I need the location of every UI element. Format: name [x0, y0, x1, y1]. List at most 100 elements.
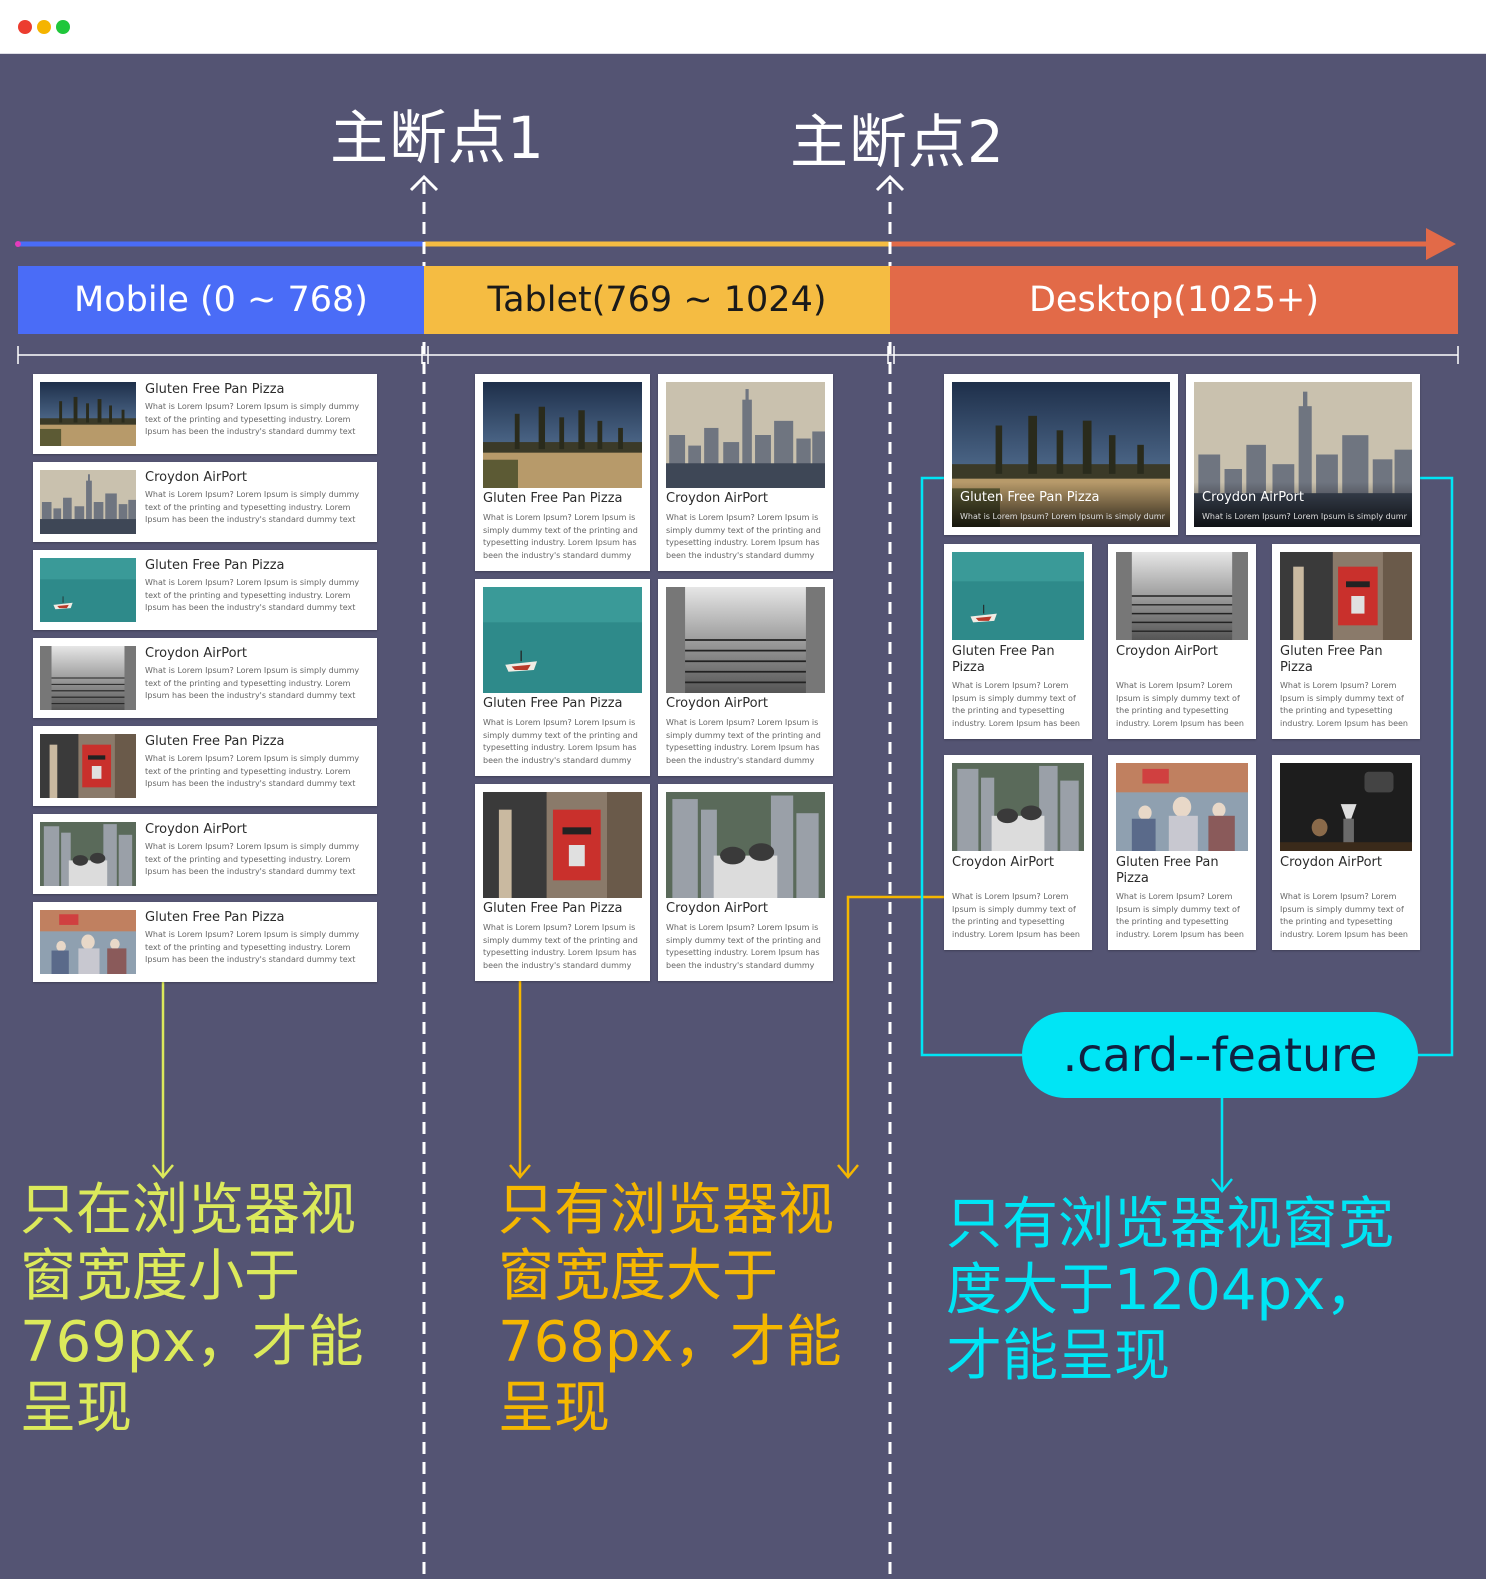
- city-photo-icon: [40, 470, 136, 534]
- card-title: Gluten Free Pan Pizza: [1280, 644, 1383, 675]
- card-description: What is Lorem Ipsum? Lorem Ipsum is simp…: [1202, 512, 1407, 521]
- coffee-brewer-photo-icon: [1280, 763, 1412, 851]
- card-image: [483, 382, 642, 488]
- desktop-card[interactable]: Gluten Free Pan Pizza What is Lorem Ipsum…: [1108, 755, 1256, 950]
- card-title: Gluten Free Pan Pizza: [960, 490, 1100, 505]
- card-description: What is Lorem Ipsum? Lorem Ipsum is simp…: [145, 578, 360, 617]
- card-description: What is Lorem Ipsum? Lorem Ipsum is simp…: [483, 923, 638, 974]
- card-image: [1116, 552, 1248, 640]
- mobile-card[interactable]: Gluten Free Pan Pizza What is Lorem Ipsum…: [33, 374, 377, 454]
- tablet-band: Tablet(769 ~ 1024): [424, 266, 890, 334]
- card-image: [952, 552, 1084, 640]
- tablet-card[interactable]: Croydon AirPort What is Lorem Ipsum? Lore…: [658, 579, 833, 776]
- card-description: What is Lorem Ipsum? Lorem Ipsum is simp…: [145, 930, 360, 969]
- card-description: What is Lorem Ipsum? Lorem Ipsum is simp…: [1280, 681, 1408, 732]
- mailbox-photo-icon: [40, 734, 136, 798]
- card-image: [40, 646, 136, 710]
- card-image: [483, 587, 642, 693]
- tablet-card[interactable]: Croydon AirPort What is Lorem Ipsum? Lore…: [658, 784, 833, 981]
- card-description: What is Lorem Ipsum? Lorem Ipsum is simp…: [666, 718, 821, 769]
- card-description: What is Lorem Ipsum? Lorem Ipsum is simp…: [666, 923, 821, 974]
- card-title: Croydon AirPort: [145, 646, 247, 661]
- card-description: What is Lorem Ipsum? Lorem Ipsum is simp…: [145, 754, 360, 793]
- card-image: [1280, 552, 1412, 640]
- card-title: Gluten Free Pan Pizza: [483, 491, 623, 506]
- card-title: Croydon AirPort: [1202, 490, 1304, 505]
- card-description: What is Lorem Ipsum? Lorem Ipsum is simp…: [145, 490, 360, 529]
- card-title: Croydon AirPort: [1116, 644, 1218, 659]
- feature-card[interactable]: Gluten Free Pan Pizza What is Lorem Ipsum…: [944, 374, 1178, 535]
- card-title: Gluten Free Pan Pizza: [483, 901, 623, 916]
- feet-over-city-photo-icon: [40, 822, 136, 886]
- breakpoint-2-title: 主断点2: [790, 108, 1005, 176]
- feet-over-city-photo-icon: [666, 792, 825, 898]
- boat-photo-icon: [952, 552, 1084, 640]
- tablet-card[interactable]: Gluten Free Pan Pizza What is Lorem Ipsum…: [475, 374, 650, 571]
- card-image: [483, 792, 642, 898]
- card-title: Gluten Free Pan Pizza: [145, 910, 285, 925]
- card-description: What is Lorem Ipsum? Lorem Ipsum is simp…: [666, 513, 821, 564]
- feature-card[interactable]: Croydon AirPort What is Lorem Ipsum? Lore…: [1186, 374, 1420, 535]
- stairs-photo-icon: [666, 587, 825, 693]
- card-title: Croydon AirPort: [666, 491, 768, 506]
- card-description: What is Lorem Ipsum? Lorem Ipsum is simp…: [145, 842, 360, 881]
- card-description: What is Lorem Ipsum? Lorem Ipsum is simp…: [1280, 892, 1408, 943]
- card-description: What is Lorem Ipsum? Lorem Ipsum is simp…: [952, 892, 1080, 943]
- desktop-card[interactable]: Gluten Free Pan Pizza What is Lorem Ipsum…: [944, 544, 1092, 739]
- mobile-card[interactable]: Croydon AirPort What is Lorem Ipsum? Lore…: [33, 638, 377, 718]
- desktop-card[interactable]: Croydon AirPort What is Lorem Ipsum? Lore…: [1272, 755, 1420, 950]
- mobile-note: 只在浏览器视窗宽度小于769px，才能呈现: [20, 1178, 364, 1441]
- card-description: What is Lorem Ipsum? Lorem Ipsum is simp…: [1116, 681, 1244, 732]
- card-feature-label: .card--feature: [1022, 1012, 1418, 1098]
- desktop-card[interactable]: Gluten Free Pan Pizza What is Lorem Ipsum…: [1272, 544, 1420, 739]
- card-description: What is Lorem Ipsum? Lorem Ipsum is simp…: [483, 513, 638, 564]
- boat-photo-icon: [40, 558, 136, 622]
- tuscany-photo-icon: [483, 382, 642, 488]
- tablet-card[interactable]: Gluten Free Pan Pizza What is Lorem Ipsum…: [475, 784, 650, 981]
- mobile-card[interactable]: Gluten Free Pan Pizza What is Lorem Ipsum…: [33, 550, 377, 630]
- stairs-photo-icon: [1116, 552, 1248, 640]
- desktop-band: Desktop(1025+): [890, 266, 1458, 334]
- mobile-card[interactable]: Croydon AirPort What is Lorem Ipsum? Lore…: [33, 814, 377, 894]
- card-description: What is Lorem Ipsum? Lorem Ipsum is simp…: [483, 718, 638, 769]
- desktop-card[interactable]: Croydon AirPort What is Lorem Ipsum? Lore…: [1108, 544, 1256, 739]
- tablet-card[interactable]: Croydon AirPort What is Lorem Ipsum? Lore…: [658, 374, 833, 571]
- mobile-card[interactable]: Gluten Free Pan Pizza What is Lorem Ipsum…: [33, 902, 377, 982]
- market-crowd-photo-icon: [40, 910, 136, 974]
- card-image: [40, 910, 136, 974]
- card-image: [40, 822, 136, 886]
- card-description: What is Lorem Ipsum? Lorem Ipsum is simp…: [1116, 892, 1244, 943]
- card-title: Gluten Free Pan Pizza: [952, 644, 1055, 675]
- card-image: [952, 763, 1084, 851]
- card-image: [40, 382, 136, 446]
- card-title: Gluten Free Pan Pizza: [145, 734, 285, 749]
- minimize-window-icon[interactable]: [37, 20, 51, 34]
- feet-over-city-photo-icon: [952, 763, 1084, 851]
- card-description: What is Lorem Ipsum? Lorem Ipsum is simp…: [145, 402, 360, 441]
- card-title: Gluten Free Pan Pizza: [1116, 855, 1219, 886]
- card-description: What is Lorem Ipsum? Lorem Ipsum is simp…: [145, 666, 360, 705]
- card-title: Gluten Free Pan Pizza: [483, 696, 623, 711]
- desktop-card[interactable]: Croydon AirPort What is Lorem Ipsum? Lore…: [944, 755, 1092, 950]
- market-crowd-photo-icon: [1116, 763, 1248, 851]
- window-title-bar: [0, 0, 1486, 54]
- mobile-card[interactable]: Gluten Free Pan Pizza What is Lorem Ipsum…: [33, 726, 377, 806]
- stairs-photo-icon: [40, 646, 136, 710]
- desktop-note: 只有浏览器视窗宽度大于1204px，才能呈现: [946, 1192, 1394, 1389]
- mailbox-photo-icon: [483, 792, 642, 898]
- card-title: Croydon AirPort: [145, 470, 247, 485]
- card-description: What is Lorem Ipsum? Lorem Ipsum is simp…: [952, 681, 1080, 732]
- tablet-note: 只有浏览器视窗宽度大于768px，才能呈现: [498, 1178, 842, 1441]
- card-image: [1280, 763, 1412, 851]
- mobile-card[interactable]: Croydon AirPort What is Lorem Ipsum? Lore…: [33, 462, 377, 542]
- card-title: Croydon AirPort: [666, 901, 768, 916]
- mailbox-photo-icon: [1280, 552, 1412, 640]
- card-title: Croydon AirPort: [145, 822, 247, 837]
- close-window-icon[interactable]: [18, 20, 32, 34]
- card-title: Gluten Free Pan Pizza: [145, 382, 285, 397]
- card-image: [40, 734, 136, 798]
- card-title: Croydon AirPort: [1280, 855, 1382, 870]
- card-image: [666, 382, 825, 488]
- maximize-window-icon[interactable]: [56, 20, 70, 34]
- tablet-card[interactable]: Gluten Free Pan Pizza What is Lorem Ipsum…: [475, 579, 650, 776]
